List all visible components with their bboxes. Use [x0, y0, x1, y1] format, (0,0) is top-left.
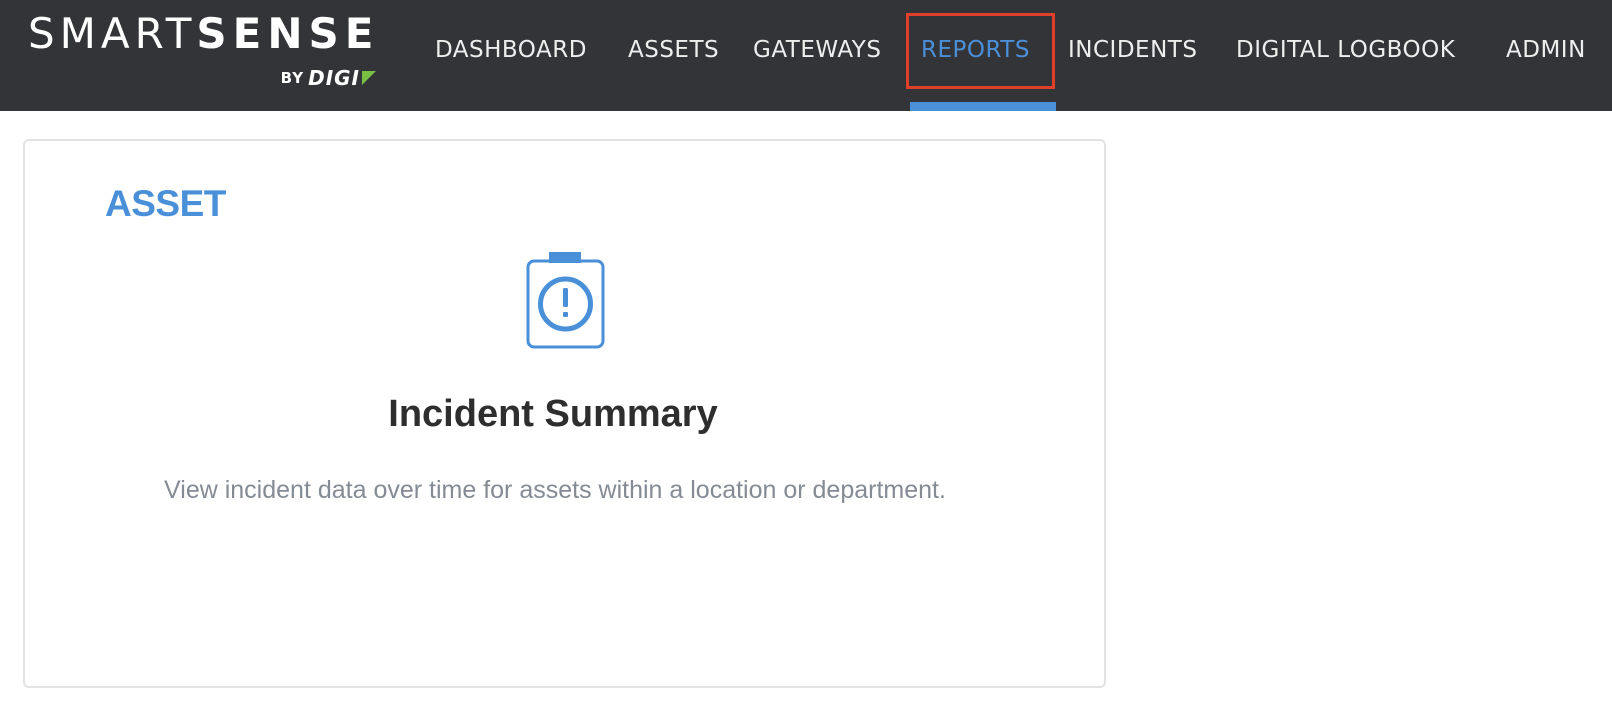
nav-item-gateways[interactable]: GATEWAYS — [753, 32, 881, 68]
logo-word-smart: SMART — [28, 9, 197, 58]
logo-word-sense: SENSE — [196, 9, 380, 58]
report-card-incident-summary[interactable]: ASSET Incident Summary View incident dat… — [23, 139, 1106, 688]
clipboard-alert-icon — [526, 252, 605, 349]
logo-by-text: BY — [280, 69, 305, 87]
logo-digi-text: DIGI — [308, 66, 360, 90]
logo-wordmark: SMARTSENSE — [28, 10, 379, 58]
nav-item-incidents[interactable]: INCIDENTS — [1068, 32, 1197, 68]
nav-item-digital-logbook[interactable]: DIGITAL LOGBOOK — [1236, 32, 1455, 68]
smartsense-logo[interactable]: SMARTSENSE BY DIGI — [28, 10, 380, 92]
logo-byline: BY DIGI — [281, 66, 376, 90]
reports-highlight-box — [906, 13, 1055, 89]
active-tab-indicator — [910, 102, 1056, 111]
report-category-label: ASSET — [105, 183, 226, 224]
top-navigation-bar: SMARTSENSE BY DIGI DASHBOARD ASSETS GATE… — [0, 0, 1612, 111]
nav-item-dashboard[interactable]: DASHBOARD — [435, 32, 587, 68]
nav-item-assets[interactable]: ASSETS — [628, 32, 719, 68]
digi-logo-mark-icon — [362, 71, 376, 85]
nav-item-admin[interactable]: ADMIN — [1506, 32, 1586, 68]
report-card-description: View incident data over time for assets … — [164, 476, 946, 504]
report-card-title: Incident Summary — [388, 393, 718, 435]
